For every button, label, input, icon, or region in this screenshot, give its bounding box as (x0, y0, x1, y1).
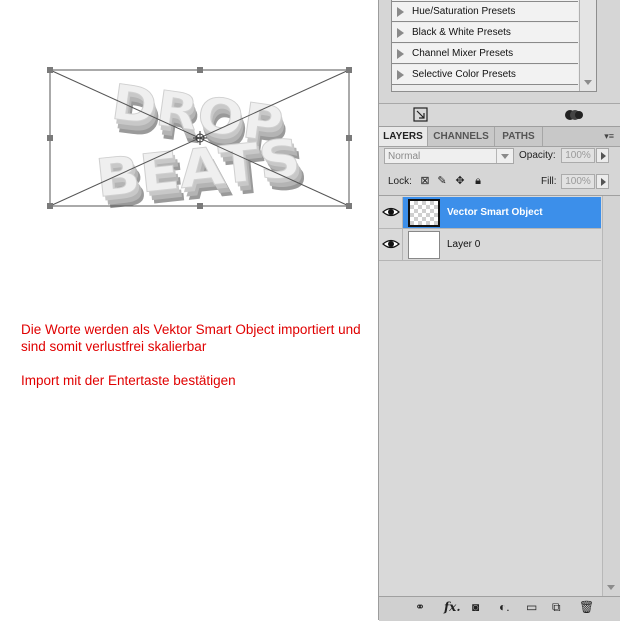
layer-row-layer-0[interactable]: Layer 0 (379, 229, 601, 261)
preset-hue-saturation[interactable]: Hue/Saturation Presets (392, 2, 578, 22)
layer-name[interactable]: Vector Smart Object (447, 207, 543, 218)
caption-line-3: Import mit der Entertaste bestätigen (21, 373, 236, 388)
tab-paths[interactable]: PATHS (495, 127, 543, 146)
panel-menu-icon[interactable]: ▾≡ (604, 131, 614, 142)
presets-scrollbar[interactable] (579, 0, 596, 91)
layer-thumbnail (408, 199, 440, 227)
lock-image-icon[interactable]: ✎ (436, 175, 448, 187)
lock-all-icon[interactable]: 🔒︎ (472, 175, 484, 187)
expand-arrow-icon (397, 70, 404, 80)
blend-mode-value: Normal (388, 151, 421, 162)
caption-line-1: Die Worte werden als Vektor Smart Object… (21, 322, 361, 337)
layers-bottom-bar: ⚭ fx. ◙ ◐. ▭ ⧉ 🗑︎ (379, 596, 620, 621)
lock-transparent-icon[interactable]: ⊠ (419, 175, 431, 187)
visibility-toggle[interactable] (379, 197, 403, 228)
opacity-input[interactable]: 100% (561, 148, 595, 163)
mask-icon[interactable]: ◙ (472, 599, 479, 615)
preset-selective-color[interactable]: Selective Color Presets (392, 65, 578, 85)
opacity-slider-button[interactable] (596, 148, 609, 163)
layers-list: Vector Smart Object Layer 0 (379, 195, 620, 596)
layer-thumbnail (408, 231, 440, 259)
preset-channel-mixer[interactable]: Channel Mixer Presets (392, 44, 578, 64)
blend-mode-select[interactable]: Normal (384, 148, 514, 164)
adjustment-presets-list: Hue/Saturation Presets Black & White Pre… (391, 0, 597, 92)
clip-to-layer-icon[interactable] (564, 107, 584, 123)
fill-slider-button[interactable] (596, 174, 609, 189)
chevron-down-icon (496, 149, 513, 163)
preset-label: Channel Mixer Presets (412, 48, 514, 59)
layer-name[interactable]: Layer 0 (447, 239, 480, 250)
lock-label: Lock: (388, 176, 412, 187)
preset-label: Hue/Saturation Presets (412, 6, 516, 17)
scroll-down-icon[interactable] (607, 585, 615, 590)
placed-smart-object[interactable]: DROP DROP DROP DROP BEATS BEATS BEATS BE… (0, 0, 378, 260)
new-layer-icon[interactable]: ⧉ (552, 599, 561, 615)
lock-position-icon[interactable]: ✥ (454, 175, 466, 187)
scroll-down-icon[interactable] (584, 80, 592, 85)
tab-channels[interactable]: CHANNELS (428, 127, 495, 146)
adjustment-icon[interactable]: ◐. (499, 599, 510, 615)
fill-label: Fill: (541, 176, 557, 187)
folder-icon[interactable]: ▭ (526, 599, 537, 615)
drop-beats-artwork: DROP DROP DROP DROP BEATS BEATS BEATS BE… (92, 74, 310, 222)
tab-layers[interactable]: LAYERS (379, 127, 428, 146)
document-canvas[interactable]: DROP DROP DROP DROP BEATS BEATS BEATS BE… (0, 0, 378, 620)
preset-black-white[interactable]: Black & White Presets (392, 23, 578, 43)
caption-line-2: sind somit verlustfrei skalierbar (21, 339, 207, 354)
expand-arrow-icon (397, 49, 404, 59)
eye-icon (382, 239, 400, 249)
return-to-list-icon[interactable] (413, 107, 429, 123)
preset-label: Black & White Presets (412, 27, 511, 38)
layers-scrollbar[interactable] (602, 196, 620, 596)
fill-input[interactable]: 100% (561, 174, 595, 189)
opacity-label: Opacity: (519, 150, 556, 161)
adjustments-bottom-bar (379, 103, 620, 126)
preset-label: Selective Color Presets (412, 69, 516, 80)
fx-icon[interactable]: fx. (444, 599, 461, 615)
link-icon[interactable]: ⚭ (415, 599, 425, 615)
expand-arrow-icon (397, 28, 404, 38)
eye-icon (382, 207, 400, 217)
visibility-toggle[interactable] (379, 229, 403, 260)
panels-dock: Hue/Saturation Presets Black & White Pre… (378, 0, 620, 621)
trash-icon[interactable]: 🗑︎ (579, 599, 594, 615)
expand-arrow-icon (397, 7, 404, 17)
layers-panel-tabs: LAYERS CHANNELS PATHS ▾≡ (379, 126, 620, 147)
layer-row-vector-smart-object[interactable]: Vector Smart Object (379, 197, 601, 229)
